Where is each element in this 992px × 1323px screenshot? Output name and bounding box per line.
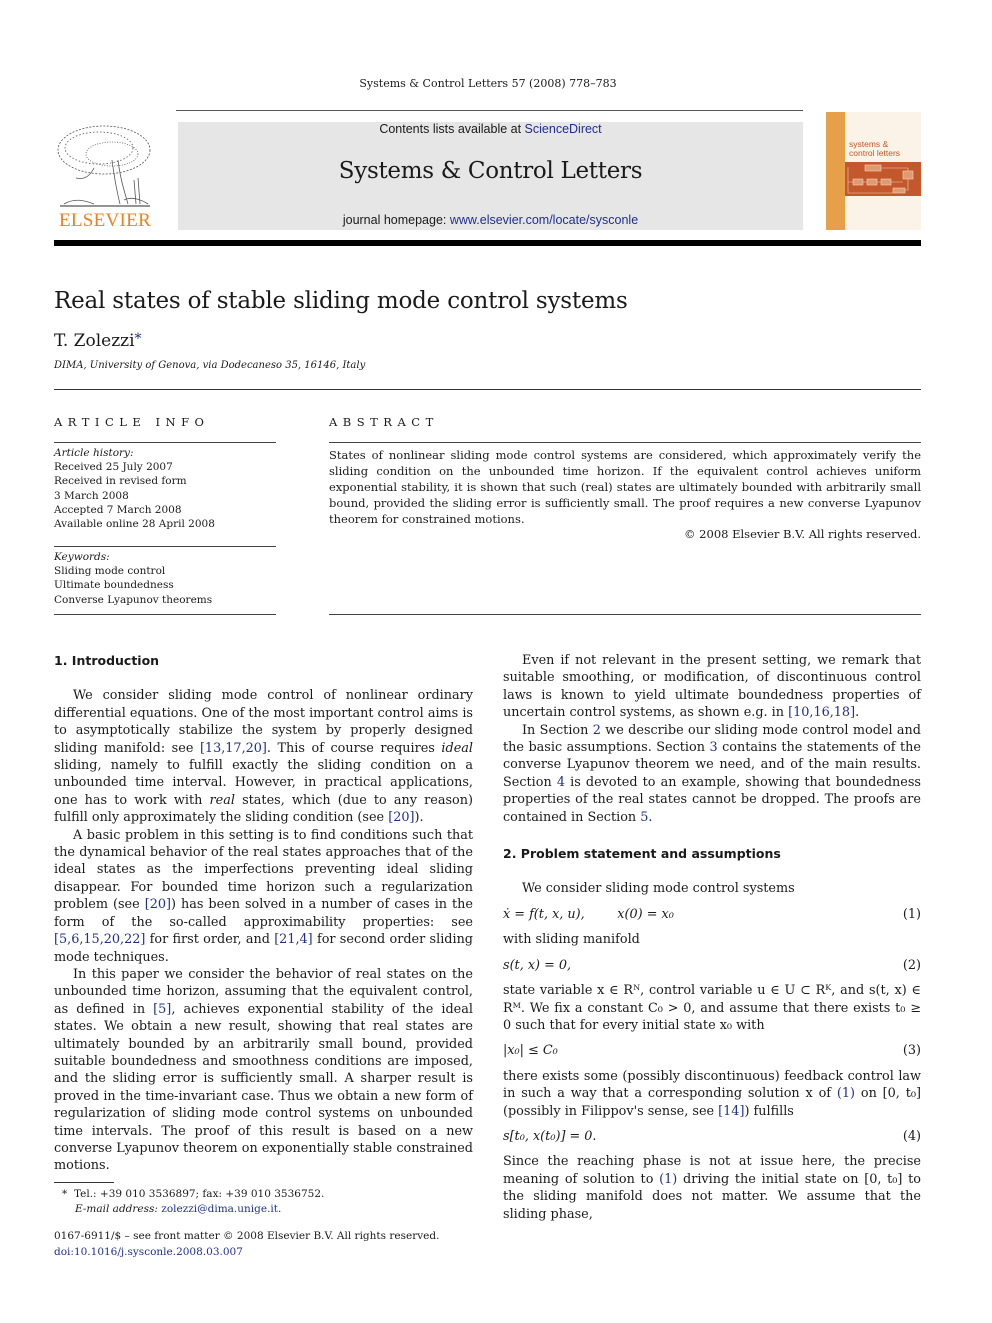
paragraph: there exists some (possibly discontinuou…: [503, 1068, 921, 1119]
paragraph: We consider sliding mode control of nonl…: [54, 688, 473, 826]
article-title: Real states of stable sliding mode contr…: [54, 288, 628, 314]
equation-number: (1): [902, 906, 921, 922]
title-rule: [54, 389, 921, 390]
journal-title: Systems & Control Letters: [338, 158, 643, 184]
equation-2: s(t, x) = 0, (2): [503, 957, 921, 973]
article-info-rule: [54, 442, 276, 443]
block-diagram-icon: [847, 164, 914, 194]
equation-4: s[t₀, x(t₀)] = 0. (4): [503, 1128, 921, 1144]
author-line: T. Zolezzi*: [54, 331, 142, 351]
author-name: T. Zolezzi: [54, 331, 135, 351]
contents-line: Contents lists available at ScienceDirec…: [379, 122, 602, 136]
header-rule: [176, 110, 803, 111]
journal-banner: Contents lists available at ScienceDirec…: [178, 122, 803, 230]
paragraph: In this paper we consider the behavior o…: [54, 966, 473, 1174]
equation-number: (3): [902, 1043, 921, 1059]
affiliation: DIMA, University of Genova, via Dodecane…: [54, 360, 366, 371]
left-column: 1. Introduction We consider sliding mode…: [54, 652, 473, 1175]
sciencedirect-link[interactable]: ScienceDirect: [525, 122, 602, 136]
elsevier-logo: ELSEVIER: [54, 120, 156, 232]
paragraph: A basic problem in this setting is to fi…: [54, 827, 474, 965]
history-item: Received in revised form: [54, 475, 187, 488]
section-2-heading: 2. Problem statement and assumptions: [503, 846, 781, 862]
footnote-rule: [54, 1182, 114, 1183]
paragraph: state variable x ∈ Rᴺ, control variable …: [503, 983, 921, 1033]
doi-link[interactable]: doi:10.1016/j.sysconle.2008.03.007: [54, 1246, 243, 1258]
history-item: Available online 28 April 2008: [54, 518, 215, 531]
article-history: Article history: Received 25 July 2007 R…: [54, 447, 215, 531]
section-1-heading: 1. Introduction: [54, 653, 160, 668]
citation-link[interactable]: [20]: [145, 897, 171, 912]
paragraph: In Section 2 we describe our sliding mod…: [503, 722, 921, 825]
homepage-line: journal homepage: www.elsevier.com/locat…: [342, 213, 639, 227]
abstract-text: States of nonlinear sliding mode control…: [329, 448, 921, 526]
paragraph: We consider sliding mode control systems: [522, 881, 795, 897]
citation-link[interactable]: [5]: [153, 1002, 171, 1017]
citation-link[interactable]: [20]: [388, 810, 414, 825]
equation-3: |x₀| ≤ C₀ (3): [503, 1043, 921, 1059]
author-footnote-mark[interactable]: *: [135, 331, 142, 347]
email-link[interactable]: zolezzi@dima.unige.it: [161, 1203, 278, 1215]
paragraph: Even if not relevant in the present sett…: [503, 653, 921, 721]
keyword-item: Ultimate boundedness: [54, 579, 174, 592]
citation-link[interactable]: [21,4]: [274, 932, 312, 947]
section-link[interactable]: 2: [593, 723, 601, 738]
history-item: 3 March 2008: [54, 489, 129, 502]
running-head: Systems & Control Letters 57 (2008) 778–…: [359, 77, 617, 90]
masthead-rule: [54, 240, 921, 246]
equation-link[interactable]: (1): [659, 1172, 677, 1187]
history-item: Received 25 July 2007: [54, 461, 173, 474]
keywords-rule: [54, 546, 276, 547]
citation-link[interactable]: [5,6,15,20,22]: [54, 932, 145, 947]
elsevier-wordmark: ELSEVIER: [58, 210, 152, 231]
cover-diagram: [845, 162, 921, 196]
issn-line: 0167-6911/$ – see front matter © 2008 El…: [54, 1230, 440, 1242]
history-item: Accepted 7 March 2008: [54, 503, 182, 516]
equation-link[interactable]: (1): [837, 1086, 855, 1101]
equation-number: (4): [902, 1128, 921, 1144]
abstract-label: ABSTRACT: [329, 415, 439, 429]
article-info-bottom-rule: [54, 614, 276, 615]
journal-homepage-link[interactable]: www.elsevier.com/locate/sysconle: [450, 213, 638, 227]
cover-spine: [826, 112, 845, 230]
citation-link[interactable]: [14]: [718, 1104, 744, 1119]
citation-link[interactable]: [13,17,20]: [200, 741, 267, 756]
equation-number: (2): [902, 957, 921, 973]
section-link[interactable]: 3: [709, 740, 717, 755]
cover-title: systems & control letters: [849, 139, 901, 158]
keywords: Keywords: Sliding mode control Ultimate …: [54, 551, 213, 606]
abstract-copyright: © 2008 Elsevier B.V. All rights reserved…: [684, 527, 921, 541]
keyword-item: Converse Lyapunov theorems: [54, 593, 213, 606]
article-info-label: ARTICLE INFO: [54, 415, 210, 429]
author-footnote: * Tel.: +39 010 3536897; fax: +39 010 35…: [62, 1188, 325, 1215]
journal-cover-thumbnail: systems & control letters: [826, 112, 921, 230]
section-link[interactable]: 4: [557, 775, 565, 790]
citation-link[interactable]: [10,16,18]: [788, 705, 855, 720]
abstract-bottom-rule: [329, 614, 921, 615]
paragraph: with sliding manifold: [503, 932, 640, 948]
contact-numbers: Tel.: +39 010 3536897; fax: +39 010 3536…: [73, 1188, 325, 1200]
right-column: Even if not relevant in the present sett…: [503, 652, 921, 1223]
page-footer: 0167-6911/$ – see front matter © 2008 El…: [54, 1229, 439, 1260]
equation-1: ẋ = f(t, x, u), x(0) = x₀ (1): [503, 906, 921, 922]
tree-icon: [57, 125, 151, 207]
abstract-rule: [329, 442, 921, 443]
keyword-item: Sliding mode control: [54, 565, 166, 578]
paragraph: Since the reaching phase is not at issue…: [503, 1154, 922, 1222]
